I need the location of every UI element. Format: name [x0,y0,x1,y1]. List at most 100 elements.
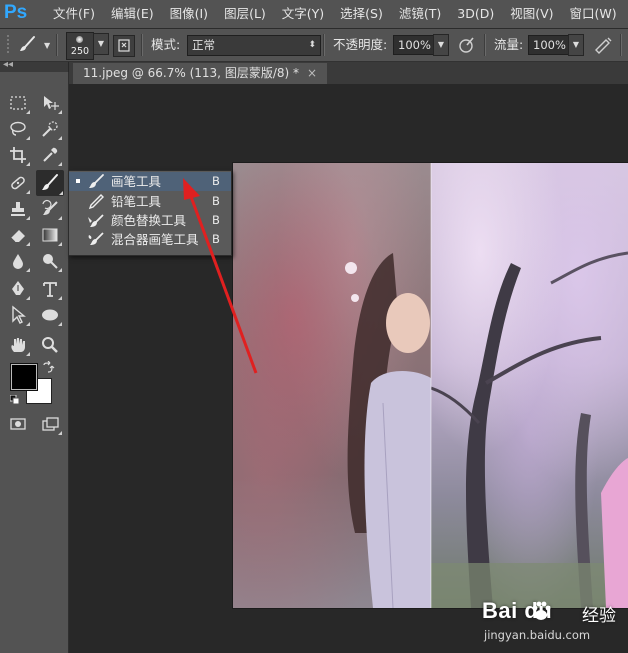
gradient-tool[interactable] [37,223,63,247]
crop-icon [10,147,26,163]
tool-preset-dropdown-icon[interactable]: ▼ [44,41,50,50]
divider [323,34,325,56]
photoshop-logo: Ps [4,2,28,23]
pencil-icon [88,194,104,210]
brush-preset-dropdown-icon[interactable]: ▼ [93,33,109,55]
flyout-item-shortcut: B [212,174,220,188]
menu-image[interactable]: 图像(I) [162,0,216,28]
marquee-icon [10,96,26,110]
quick-selection-tool[interactable] [37,117,63,141]
lasso-icon [10,121,26,136]
brush-tool[interactable] [36,170,64,196]
photo-original-half [431,163,628,608]
history-brush-tool[interactable] [37,197,63,221]
selected-bullet-icon [76,179,80,183]
flyout-item-shortcut: B [212,194,220,208]
default-colors-icon[interactable] [9,394,20,405]
magnifier-icon [42,337,58,353]
brush-tools-flyout: 画笔工具 B 铅笔工具 B 颜色替换工具 B 混合器画笔工具 B [68,170,232,256]
foreground-color-swatch[interactable] [10,363,38,391]
toolbar-header: ◂◂ [0,59,68,72]
water-drop-icon [13,254,23,269]
dodge-tool[interactable] [37,249,63,273]
mask-edge-divider [430,163,432,608]
flyout-item-shortcut: B [212,232,220,246]
collapse-panel-icon[interactable]: ◂◂ [3,59,13,70]
quick-mask-tool[interactable] [5,412,31,436]
menu-items: 文件(F) 编辑(E) 图像(I) 图层(L) 文字(Y) 选择(S) 滤镜(T… [45,0,628,28]
healing-brush-tool[interactable] [5,171,31,195]
document-tab[interactable]: 11.jpeg @ 66.7% (113, 图层蒙版/8) * × [73,63,328,84]
flyout-item-mixer-brush[interactable]: 混合器画笔工具 B [69,230,231,249]
blend-mode-value: 正常 [192,38,215,52]
move-icon [44,96,59,110]
screen-mode-tool[interactable] [37,412,63,436]
brush-tip-icon [76,36,83,43]
flyout-item-color-replacement[interactable]: 颜色替换工具 B [69,211,231,230]
mixer-brush-icon [88,232,104,245]
brush-icon [89,174,104,188]
quick-selection-icon [42,121,58,137]
flyout-item-label: 铅笔工具 [111,194,162,209]
stamp-icon [11,202,25,216]
menu-layer[interactable]: 图层(L) [216,0,274,28]
blur-tool[interactable] [5,249,31,273]
watermark-suffix: 经验 [582,606,616,626]
color-replacement-icon [88,214,104,227]
menu-3d[interactable]: 3D(D) [449,0,502,28]
crop-tool[interactable] [5,143,31,167]
bandage-icon [11,176,25,190]
clone-stamp-tool[interactable] [5,197,31,221]
flyout-item-brush[interactable]: 画笔工具 B [69,172,231,191]
marquee-tool[interactable] [5,91,31,115]
eraser-icon [10,230,25,243]
flyout-item-label: 混合器画笔工具 [111,232,199,247]
menu-file[interactable]: 文件(F) [45,0,103,28]
brush-preset-picker[interactable]: 250 [66,32,94,60]
menu-edit[interactable]: 编辑(E) [103,0,162,28]
tools-panel [0,72,69,653]
blend-mode-select[interactable]: 正常 ⬍ [187,35,321,56]
document-tab-bar: 11.jpeg @ 66.7% (113, 图层蒙版/8) * × [69,62,628,84]
eyedropper-tool[interactable] [37,143,63,167]
lasso-tool[interactable] [5,117,31,141]
pressure-opacity-icon[interactable] [456,35,478,55]
document-canvas[interactable] [233,163,628,608]
paw-logo-icon [532,601,551,620]
menu-window[interactable]: 窗口(W) [562,0,625,28]
flyout-item-pencil[interactable]: 铅笔工具 B [69,192,231,211]
history-brush-icon [42,199,58,215]
zoom-tool[interactable] [37,333,63,357]
close-icon[interactable]: × [307,66,317,80]
path-selection-tool[interactable] [5,303,31,327]
menu-select[interactable]: 选择(S) [332,0,391,28]
menu-bar: Ps 文件(F) 编辑(E) 图像(I) 图层(L) 文字(Y) 选择(S) 滤… [0,0,628,29]
flyout-item-label: 画笔工具 [111,174,162,189]
hand-tool[interactable] [5,333,31,357]
gradient-icon [42,228,58,242]
menu-view[interactable]: 视图(V) [502,0,561,28]
baidu-jingyan-watermark: Bai du 经验 jingyan.baidu.com [478,596,628,652]
eraser-tool[interactable] [5,223,31,247]
type-tool[interactable] [37,277,63,301]
dodge-icon [43,254,58,269]
menu-type[interactable]: 文字(Y) [274,0,332,28]
divider [620,34,622,56]
brush-panel-toggle-icon[interactable] [113,35,135,57]
swap-colors-icon[interactable] [41,360,55,375]
divider [56,34,58,56]
flyout-item-shortcut: B [212,213,220,227]
watermark-url: jingyan.baidu.com [484,628,591,642]
brush-size-value: 250 [70,46,90,57]
path-selection-arrow-icon [12,305,26,324]
flyout-item-label: 颜色替换工具 [111,213,187,228]
menu-filter[interactable]: 滤镜(T) [391,0,449,28]
flow-slider-dropdown-icon[interactable]: ▼ [568,34,584,56]
move-tool[interactable] [37,91,63,115]
pen-tool[interactable] [5,277,31,301]
divider [484,34,486,56]
airbrush-icon[interactable] [592,35,614,55]
ellipse-shape-tool[interactable] [37,303,63,327]
tool-preset-brush-icon[interactable] [17,34,39,56]
opacity-slider-dropdown-icon[interactable]: ▼ [433,34,449,56]
